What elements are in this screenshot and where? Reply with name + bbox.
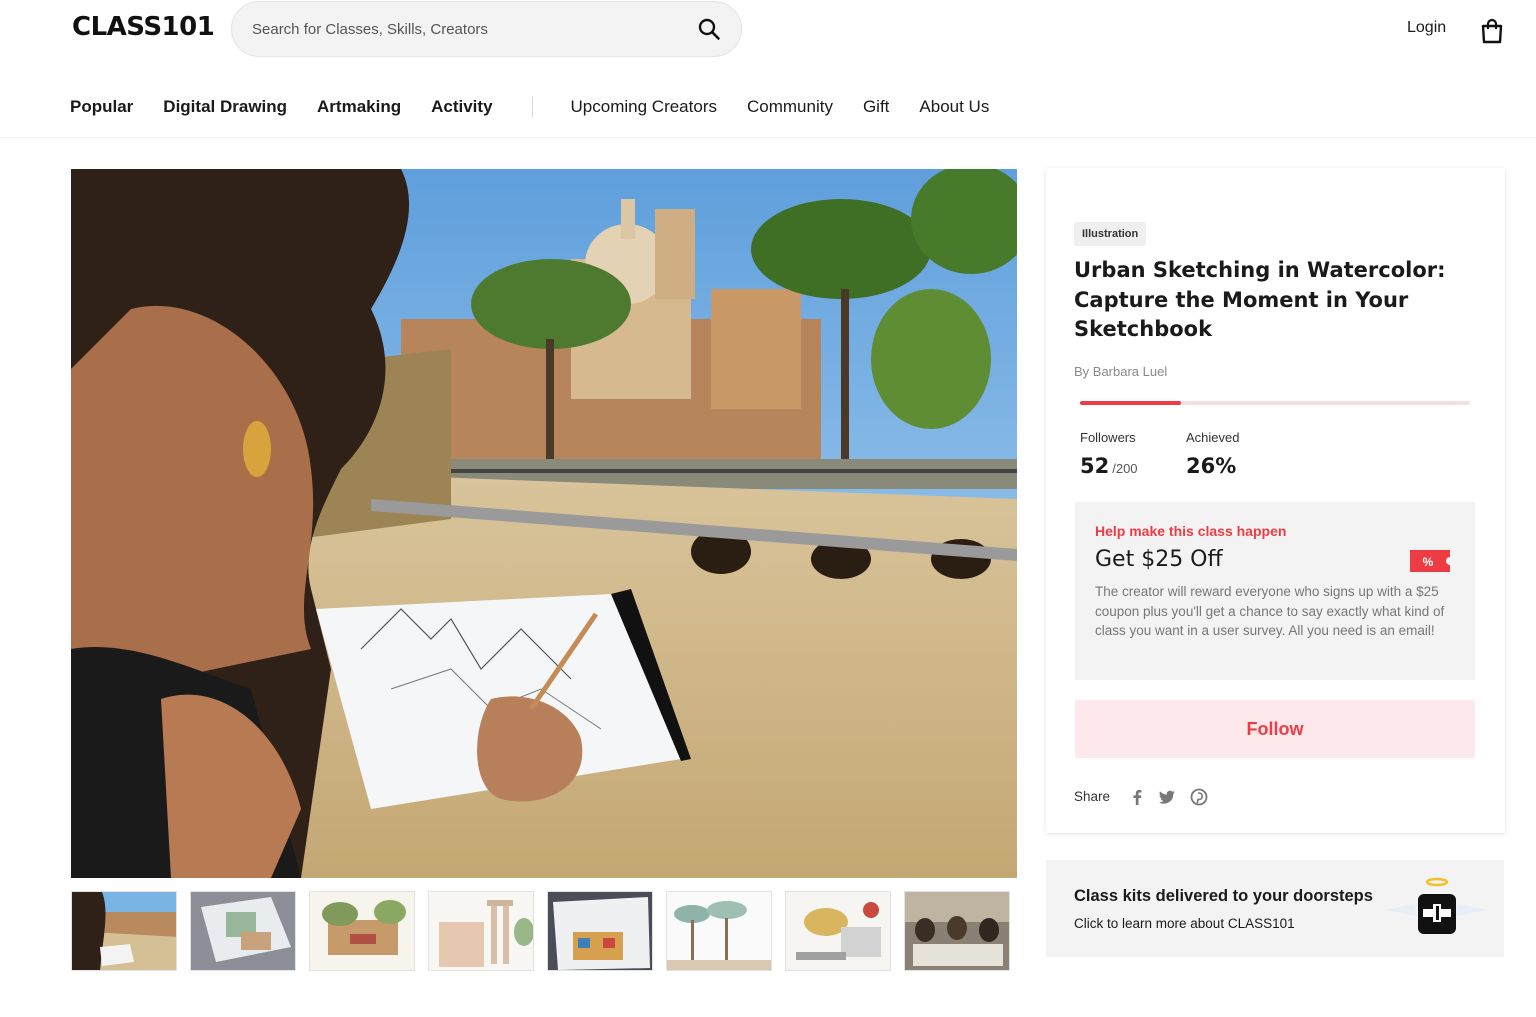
nav-about-us[interactable]: About Us — [919, 97, 989, 117]
followers-goal: /200 — [1112, 461, 1138, 476]
achieved-label: Achieved — [1186, 430, 1240, 445]
followers-value: 52 — [1080, 454, 1110, 478]
thumbnail-5[interactable] — [547, 891, 653, 971]
coupon-badge-text: % — [1423, 555, 1434, 569]
site-logo[interactable]: CLASS101 — [72, 12, 215, 42]
promo-description: The creator will reward everyone who sig… — [1095, 584, 1445, 638]
twitter-icon[interactable] — [1158, 788, 1176, 806]
nav-divider — [531, 97, 533, 117]
nav-artmaking[interactable]: Artmaking — [317, 97, 401, 117]
thumbnail-strip — [71, 891, 1010, 971]
nav-activity[interactable]: Activity — [431, 97, 492, 117]
search-icon[interactable] — [697, 17, 721, 41]
thumbnail-2[interactable] — [190, 891, 296, 971]
search-bar[interactable] — [231, 1, 742, 57]
share-label: Share — [1074, 789, 1111, 804]
thumbnail-7[interactable] — [785, 891, 891, 971]
shopping-bag-icon[interactable] — [1478, 17, 1506, 45]
nav-gift[interactable]: Gift — [863, 97, 889, 117]
kits-subtitle: Click to learn more about CLASS101 — [1074, 916, 1295, 931]
thumbnail-8[interactable] — [904, 891, 1010, 971]
follower-progress-bar — [1080, 401, 1470, 405]
thumbnail-6[interactable] — [666, 891, 772, 971]
category-nav: Popular Digital Drawing Artmaking Activi… — [70, 94, 1019, 120]
followers-label: Followers — [1080, 430, 1136, 445]
kits-title: Class kits delivered to your doorsteps — [1074, 887, 1373, 905]
promo-box: Help make this class happen Get $25 Off … — [1075, 502, 1475, 680]
facebook-icon[interactable] — [1128, 788, 1146, 806]
promo-title: Get $25 Off — [1095, 547, 1223, 572]
pinterest-icon[interactable] — [1190, 788, 1208, 806]
thumbnail-4[interactable] — [428, 891, 534, 971]
category-badge[interactable]: Illustration — [1074, 222, 1147, 246]
thumbnail-1[interactable] — [71, 891, 177, 971]
class-title: Urban Sketching in Watercolor: Capture t… — [1074, 258, 1446, 341]
nav-upcoming-creators[interactable]: Upcoming Creators — [571, 97, 717, 117]
coupon-icon: % — [1410, 550, 1450, 572]
followers-count: 52/200 — [1080, 454, 1138, 478]
class-hero-image — [71, 169, 1017, 878]
class-author[interactable]: By Barbara Luel — [1074, 364, 1167, 379]
nav-digital-drawing[interactable]: Digital Drawing — [163, 97, 287, 117]
achieved-value: 26% — [1186, 454, 1237, 478]
nav-community[interactable]: Community — [747, 97, 833, 117]
login-link[interactable]: Login — [1407, 19, 1446, 37]
class-info-card: Illustration Urban Sketching in Watercol… — [1046, 168, 1505, 833]
header-divider — [0, 137, 1536, 138]
follower-progress-fill — [1080, 401, 1182, 405]
class-kits-banner[interactable]: Class kits delivered to your doorsteps C… — [1046, 860, 1504, 957]
thumbnail-3[interactable] — [309, 891, 415, 971]
flying-kit-box-icon — [1386, 877, 1486, 934]
search-input[interactable] — [252, 2, 692, 56]
promo-kicker: Help make this class happen — [1095, 523, 1287, 539]
follow-button[interactable]: Follow — [1075, 700, 1475, 758]
nav-popular[interactable]: Popular — [70, 97, 133, 117]
